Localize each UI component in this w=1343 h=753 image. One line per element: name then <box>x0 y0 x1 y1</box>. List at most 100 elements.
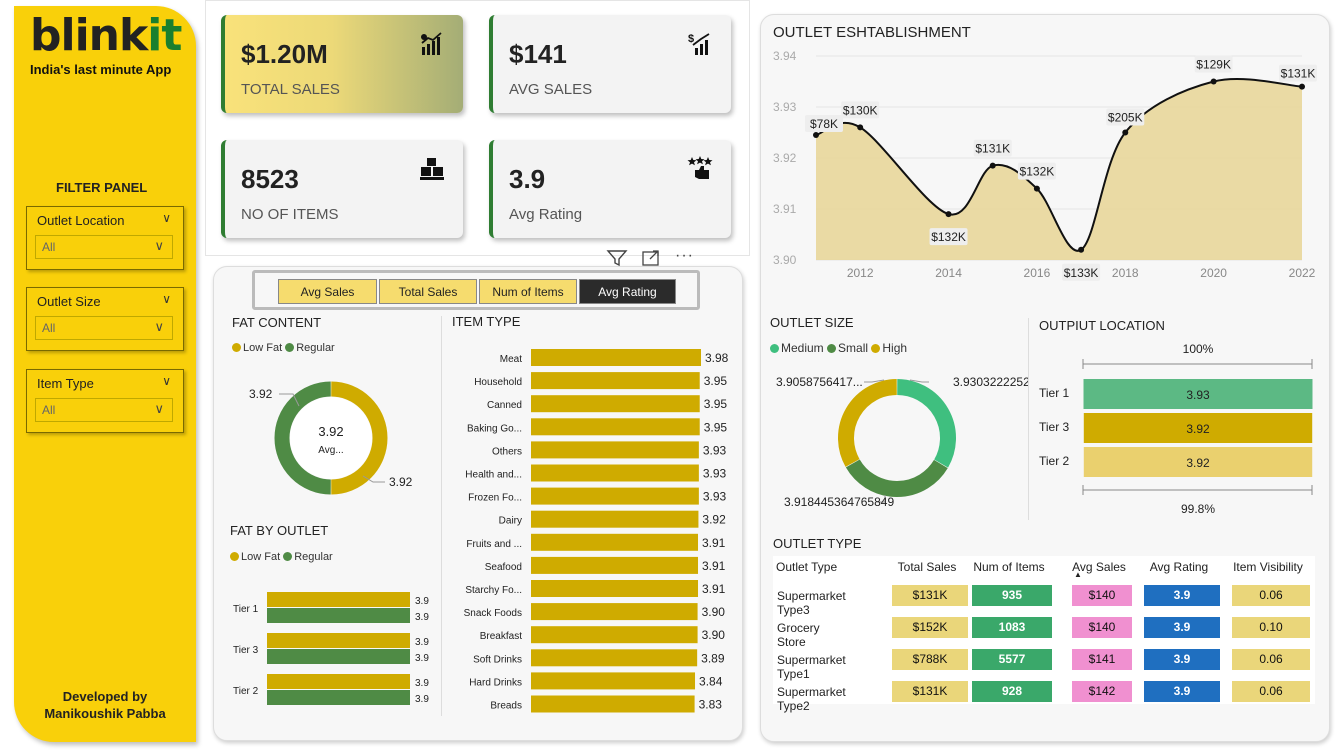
slice-label: 3.9303222252 ... <box>953 375 1028 389</box>
output-location-title: OUTPIUT LOCATION <box>1039 318 1165 333</box>
slice-label: 3.9058756417... <box>776 375 863 389</box>
funnel-top-label: 100% <box>1183 342 1214 356</box>
outlet-location-filter[interactable]: Outlet Location ∨ All ∨ <box>26 206 184 270</box>
category-label: Fruits and ... <box>466 539 522 550</box>
column-header[interactable]: Total Sales <box>888 560 966 574</box>
more-options-icon[interactable]: ··· <box>675 247 694 265</box>
switch-avg-rating[interactable]: Avg Rating <box>579 279 676 304</box>
developed-by-label: Developed by <box>62 689 148 704</box>
column-header[interactable]: Outlet Type <box>776 560 886 574</box>
value-label: 3.84 <box>699 674 723 688</box>
chevron-down-icon[interactable]: ∨ <box>154 238 164 254</box>
category-label: Seafood <box>485 562 522 573</box>
legend-medium: Medium <box>781 341 824 355</box>
blinkit-logo: blinkit <box>30 10 182 61</box>
outlet-size-filter[interactable]: Outlet Size ∨ All ∨ <box>26 287 184 351</box>
category-label: Soft Drinks <box>473 654 522 665</box>
legend-small: Small <box>838 341 869 355</box>
chevron-down-icon[interactable]: ∨ <box>162 374 171 388</box>
data-point <box>1078 246 1085 253</box>
funnel-bottom-label: 99.8% <box>1181 502 1215 516</box>
kpi-label: Avg Rating <box>509 206 583 223</box>
table-cell: 0.06 <box>1232 585 1310 606</box>
bar <box>531 464 699 482</box>
value-label: 3.92 <box>1186 422 1210 436</box>
category-label: Canned <box>487 400 522 411</box>
chevron-down-icon[interactable]: ∨ <box>154 319 164 335</box>
value-label: 3.93 <box>703 467 727 481</box>
table-cell: 3.9 <box>1144 617 1220 638</box>
filter-icon[interactable] <box>606 249 628 267</box>
switch-avg-sales[interactable]: Avg Sales <box>278 279 377 304</box>
value-label: 3.90 <box>702 605 726 619</box>
filter-label: Outlet Location <box>37 213 125 228</box>
bar <box>531 395 700 413</box>
legend-regular: Regular <box>294 551 333 563</box>
donut-center-value: 3.92 <box>318 424 343 439</box>
item-type-filter[interactable]: Item Type ∨ All ∨ <box>26 369 184 433</box>
outlet-size-select[interactable]: All ∨ <box>35 316 173 340</box>
slice-label: 3.92 <box>389 475 413 489</box>
focus-mode-icon[interactable] <box>641 249 661 267</box>
bar <box>267 592 410 607</box>
legend-low-fat: Low Fat <box>241 551 281 563</box>
category-label: Meat <box>500 354 522 365</box>
category-label: Dairy <box>499 516 522 527</box>
value-label: 3.98 <box>705 351 729 365</box>
switch-total-sales[interactable]: Total Sales <box>379 279 477 304</box>
chevron-down-icon[interactable]: ∨ <box>162 211 171 225</box>
bar <box>531 626 698 644</box>
donut-center-label: Avg... <box>318 445 343 456</box>
chevron-down-icon[interactable]: ∨ <box>162 292 171 306</box>
svg-text:$: $ <box>688 33 694 45</box>
bar <box>531 441 699 459</box>
fat-by-outlet-bar-chart: Tier 1 3.9 3.9 Tier 3 3.9 3.9 Tier 2 3.9 3.9 <box>233 592 429 705</box>
dollar-growth-icon: $ <box>688 33 710 55</box>
data-point <box>945 211 952 218</box>
kpi-label: AVG SALES <box>509 81 593 98</box>
outlet-location-select[interactable]: All ∨ <box>35 235 173 259</box>
column-header[interactable]: Num of Items <box>968 560 1050 574</box>
x-tick-label: 2020 <box>1200 266 1227 280</box>
data-point <box>989 162 996 169</box>
value-label: 3.83 <box>699 698 723 712</box>
kpi-label: NO OF ITEMS <box>241 206 339 223</box>
x-tick-label: 2016 <box>1024 266 1051 280</box>
category-label: Tier 2 <box>1039 454 1070 468</box>
table-cell: $142 <box>1072 681 1132 702</box>
slice-label: 3.92 <box>249 387 273 401</box>
outlet-size-legend: Medium Small High <box>770 341 907 355</box>
tagline: India's last minute App <box>30 62 172 77</box>
kpi-value: $1.20M <box>241 39 328 69</box>
column-header[interactable]: Item Visibility <box>1228 560 1308 574</box>
column-header[interactable]: Avg Rating <box>1140 560 1218 574</box>
value-label: 3.95 <box>704 420 728 434</box>
chevron-down-icon[interactable]: ∨ <box>154 401 164 417</box>
data-point <box>857 124 864 131</box>
rating-stars-icon <box>687 156 713 179</box>
value-label: 3.92 <box>1186 456 1210 470</box>
data-point <box>1299 83 1305 90</box>
category-label: Breakfast <box>480 631 522 642</box>
bar <box>267 608 410 623</box>
sort-ascending-icon[interactable]: ▲ <box>1074 570 1082 579</box>
donut-slice <box>845 459 948 497</box>
item-type-title: ITEM TYPE <box>452 314 521 329</box>
outlet-location-funnel: 100% Tier 1 3.93 Tier 3 3.92 Tier 2 3.92 99.8% <box>1039 342 1313 516</box>
outlet-establishment-area-chart: 3.94 3.93 3.92 3.91 3.90 2012 2014 2016 2018 2020… <box>773 49 1317 281</box>
value-label: 3.9 <box>415 653 429 664</box>
bar <box>531 603 698 621</box>
data-label: $133K <box>1064 266 1099 280</box>
data-point <box>1033 185 1040 192</box>
data-label: $78K <box>810 117 838 131</box>
kpi-value: 3.9 <box>509 164 546 194</box>
value-label: 3.92 <box>702 513 726 527</box>
item-type-select[interactable]: All ∨ <box>35 398 173 422</box>
category-label: Tier 3 <box>233 645 259 656</box>
value-label: 3.91 <box>702 559 726 573</box>
category-label: Frozen Fo... <box>468 493 522 504</box>
x-tick-label: 2014 <box>935 266 962 280</box>
divider <box>1028 318 1029 520</box>
switch-num-of-items[interactable]: Num of Items <box>479 279 577 304</box>
y-tick-label: 3.94 <box>773 49 797 63</box>
